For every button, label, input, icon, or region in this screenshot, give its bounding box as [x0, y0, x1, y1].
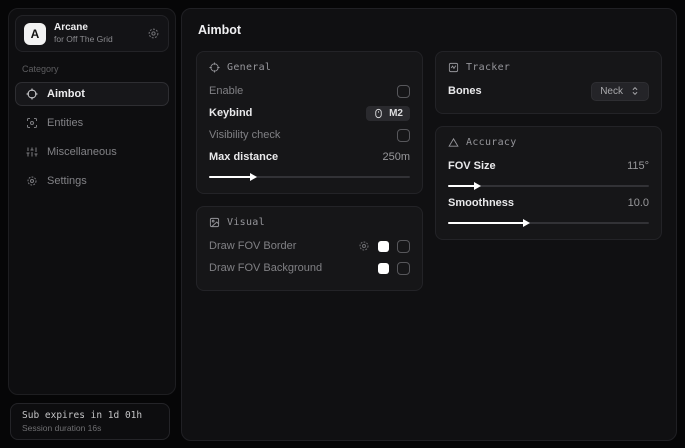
fov-background-controls: [378, 262, 410, 275]
fov-border-label: Draw FOV Border: [209, 240, 296, 252]
sidebar-item-settings[interactable]: Settings: [15, 169, 169, 193]
session-card: Sub expires in 1d 01h Session duration 1…: [10, 403, 170, 440]
sidebar-item-label: Settings: [47, 175, 87, 187]
bones-row: Bones Neck: [448, 80, 649, 102]
fov-background-row: Draw FOV Background: [209, 257, 410, 279]
page-title: Aimbot: [198, 23, 662, 37]
mouse-icon: [373, 108, 384, 119]
max-distance-slider[interactable]: [209, 176, 410, 178]
fov-size-slider-fill[interactable]: [448, 185, 475, 187]
bones-select[interactable]: Neck: [591, 82, 649, 101]
sub-expires-text: Sub expires in 1d 01h: [22, 409, 158, 422]
smoothness-value: 10.0: [628, 197, 649, 209]
accuracy-card: Accuracy FOV Size 115° Smoothness 10.0: [435, 126, 662, 240]
app-logo-card: A Arcane for Off The Grid: [15, 15, 169, 52]
fov-size-slider[interactable]: [448, 185, 649, 187]
crosshair-icon: [209, 62, 220, 73]
image-icon: [209, 217, 220, 228]
triangle-icon: [448, 137, 459, 148]
visual-card: Visual Draw FOV Border: [196, 206, 423, 291]
keybind-label: Keybind: [209, 107, 252, 119]
tracker-header-label: Tracker: [466, 62, 510, 73]
app-settings-gear-icon[interactable]: [147, 27, 160, 40]
app-name: Arcane: [54, 22, 139, 34]
smoothness-label: Smoothness: [448, 197, 514, 209]
category-label: Category: [22, 64, 175, 74]
gear-icon: [26, 175, 38, 187]
app-subtitle: for Off The Grid: [54, 34, 139, 45]
scan-person-icon: [26, 117, 38, 129]
general-card-header: General: [209, 62, 410, 73]
session-duration-text: Session duration 16s: [22, 422, 158, 434]
fov-border-gear-icon[interactable]: [358, 240, 370, 252]
visibility-check-row: Visibility check: [209, 124, 410, 146]
right-column: Tracker Bones Neck: [435, 51, 662, 240]
enable-checkbox[interactable]: [397, 85, 410, 98]
fov-background-checkbox[interactable]: [397, 262, 410, 275]
accuracy-card-header: Accuracy: [448, 137, 649, 148]
bones-label: Bones: [448, 85, 482, 97]
app-logo: A: [24, 23, 46, 45]
enable-label: Enable: [209, 85, 243, 97]
fov-border-color-swatch[interactable]: [378, 241, 389, 252]
sidebar: A Arcane for Off The Grid Category Aimbo…: [8, 8, 176, 395]
sidebar-item-label: Miscellaneous: [47, 146, 117, 158]
max-distance-value: 250m: [382, 151, 410, 163]
sidebar-nav: Aimbot Entities Miscellaneous: [9, 82, 175, 193]
sidebar-item-miscellaneous[interactable]: Miscellaneous: [15, 140, 169, 164]
main-panel: Aimbot General Enable Keybi: [181, 8, 677, 441]
max-distance-row: Max distance 250m: [209, 146, 410, 168]
fov-size-row: FOV Size 115°: [448, 155, 649, 177]
smoothness-slider-fill[interactable]: [448, 222, 524, 224]
crosshair-icon: [26, 88, 38, 100]
general-header-label: General: [227, 62, 271, 73]
app-title-block: Arcane for Off The Grid: [54, 22, 139, 45]
activity-icon: [448, 62, 459, 73]
accuracy-header-label: Accuracy: [466, 137, 517, 148]
fov-size-value: 115°: [627, 160, 649, 172]
keybind-row: Keybind M2: [209, 102, 410, 124]
bones-selected-value: Neck: [600, 86, 623, 97]
settings-columns: General Enable Keybind M2: [196, 51, 662, 291]
visual-header-label: Visual: [227, 217, 265, 228]
visual-card-header: Visual: [209, 217, 410, 228]
sidebar-item-entities[interactable]: Entities: [15, 111, 169, 135]
general-card: General Enable Keybind M2: [196, 51, 423, 194]
sidebar-item-label: Entities: [47, 117, 83, 129]
sidebar-item-aimbot[interactable]: Aimbot: [15, 82, 169, 106]
smoothness-slider[interactable]: [448, 222, 649, 224]
visibility-check-label: Visibility check: [209, 129, 280, 141]
fov-border-checkbox[interactable]: [397, 240, 410, 253]
max-distance-slider-fill[interactable]: [209, 176, 251, 178]
fov-size-label: FOV Size: [448, 160, 496, 172]
max-distance-label: Max distance: [209, 151, 278, 163]
fov-border-controls: [358, 240, 410, 253]
sidebar-item-label: Aimbot: [47, 88, 85, 100]
fov-background-label: Draw FOV Background: [209, 262, 322, 274]
tracker-card: Tracker Bones Neck: [435, 51, 662, 114]
tracker-card-header: Tracker: [448, 62, 649, 73]
sliders-icon: [26, 146, 38, 158]
chevrons-up-down-icon: [630, 86, 640, 96]
visibility-check-checkbox[interactable]: [397, 129, 410, 142]
keybind-badge[interactable]: M2: [366, 106, 410, 121]
keybind-value: M2: [389, 108, 403, 119]
enable-row: Enable: [209, 80, 410, 102]
left-column: General Enable Keybind M2: [196, 51, 423, 291]
smoothness-row: Smoothness 10.0: [448, 192, 649, 214]
fov-background-color-swatch[interactable]: [378, 263, 389, 274]
fov-border-row: Draw FOV Border: [209, 235, 410, 257]
